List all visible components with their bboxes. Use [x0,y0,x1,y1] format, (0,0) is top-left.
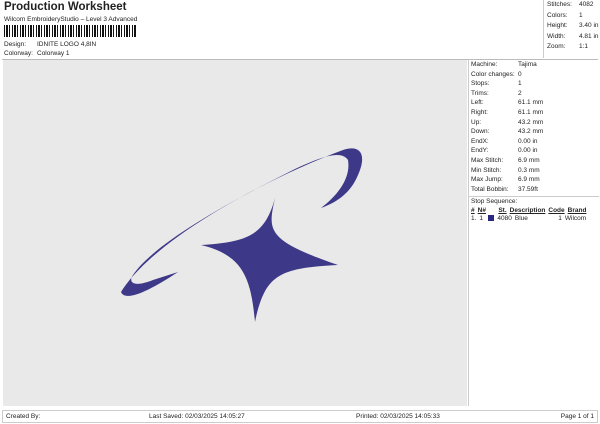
footer: Created By: Last Saved: 02/03/2025 14:05… [2,410,598,423]
detail-row: Total Bobbin: 37.59ft [471,185,538,193]
stat-row: Colors: 1 [547,11,583,19]
created-by: Created By: [6,413,41,420]
detail-row: Right: 61.1 mm [471,108,544,116]
design-preview [3,60,467,406]
design-name: IDNITE LOGO 4,8IN [37,41,97,48]
sequence-header: # N# St. Description Code Brand [471,206,587,214]
swoosh-shape [121,148,363,296]
color-swatch [488,215,495,222]
detail-row: Down: 43.2 mm [471,128,544,136]
stats-box: Stitches: 4082 Colors: 1 Height: 3.40 in Wi… [543,0,599,58]
detail-row: Left: 61.1 mm [471,99,544,107]
page-title: Production Worksheet [4,1,127,13]
barcode [4,25,137,37]
sequence-row: 1. 1 4080 Blue 1 Wilcom [471,214,587,222]
colorway-label: Colorway: [4,50,33,57]
embroidery-design [121,148,363,322]
detail-row: Up: 43.2 mm [471,118,544,126]
stat-row: Width: 4.81 in [547,32,599,40]
stop-sequence-label: Stop Sequence: [469,196,599,207]
detail-row: Max Jump: 6.9 mm [471,176,540,184]
detail-row: Machine: Tajima [471,61,537,68]
details-panel: Machine: Tajima Color changes: 0 Stops: 1 Trim… [468,60,599,406]
star-shape [201,198,338,322]
stat-row: Zoom: 1:1 [547,43,589,50]
detail-row: Max Stitch: 6.9 mm [471,156,540,164]
detail-row: EndY: 0.00 in [471,147,538,155]
page-number: Page 1 of 1 [560,413,594,420]
stat-row: Stitches: 4082 [547,1,594,8]
last-saved: Last Saved: 02/03/2025 14:05:27 [149,413,245,420]
detail-row: Trims: 2 [471,89,522,97]
detail-row: Min Stitch: 0.3 mm [471,166,540,174]
design-label: Design: [4,41,27,48]
colorway-name: Colorway 1 [37,50,70,57]
detail-row: EndX: 0.00 in [471,137,538,145]
app-subtitle: Wilcom EmbroideryStudio – Level 3 Advanc… [4,16,138,23]
printed: Printed: 02/03/2025 14:05:33 [356,413,440,420]
detail-row: Color changes: 0 [471,70,522,78]
detail-row: Stops: 1 [471,80,522,88]
stat-row: Height: 3.40 in [547,22,599,29]
